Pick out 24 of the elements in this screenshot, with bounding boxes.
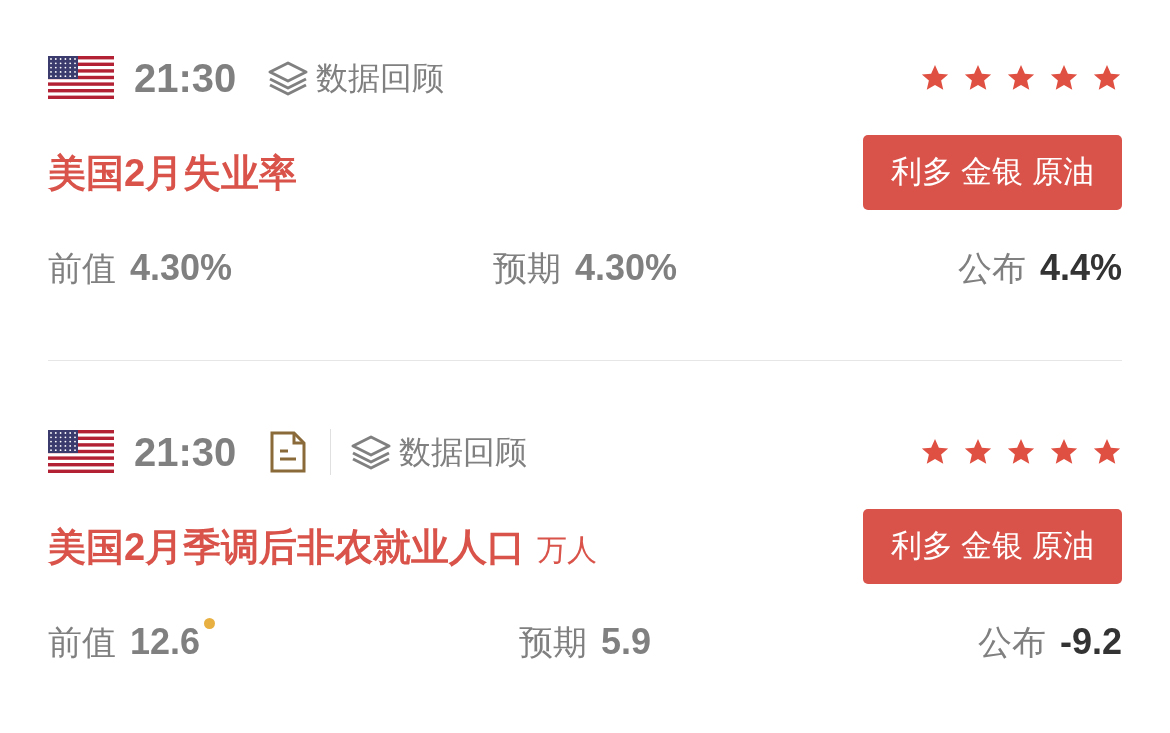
us-flag-icon xyxy=(48,430,114,474)
value-label: 前值 xyxy=(48,251,116,285)
impact-tag[interactable]: 利多 金银 原油 xyxy=(862,135,1122,210)
unit-label: 万人 xyxy=(537,534,598,565)
value-number: 4.30% xyxy=(574,250,678,286)
value-label: 公布 xyxy=(957,251,1026,285)
value-label: 预期 xyxy=(492,251,561,285)
value-label: 前值 xyxy=(48,625,116,659)
document-icon[interactable] xyxy=(270,431,307,473)
event-time: 21:30 xyxy=(134,58,237,98)
impact-tag[interactable]: 利多 金银 原油 xyxy=(862,509,1122,584)
value-number: 5.9 xyxy=(600,624,651,660)
data-review-link[interactable]: 数据回顾 xyxy=(349,434,528,470)
data-review-link[interactable]: 数据回顾 xyxy=(266,60,445,96)
event-title: 美国2月失业率 xyxy=(48,153,298,192)
value-number: 4.4% xyxy=(1039,250,1122,286)
value-label: 公布 xyxy=(977,625,1046,659)
value-label: 预期 xyxy=(518,625,587,659)
value-number: -9.2 xyxy=(1059,624,1122,660)
event-title: 美国2月季调后非农就业人口 xyxy=(48,527,526,566)
us-flag-icon xyxy=(48,56,114,100)
value-number: 12.6 xyxy=(130,624,201,660)
value-number: 4.30% xyxy=(130,250,233,286)
event-time: 21:30 xyxy=(134,432,237,472)
